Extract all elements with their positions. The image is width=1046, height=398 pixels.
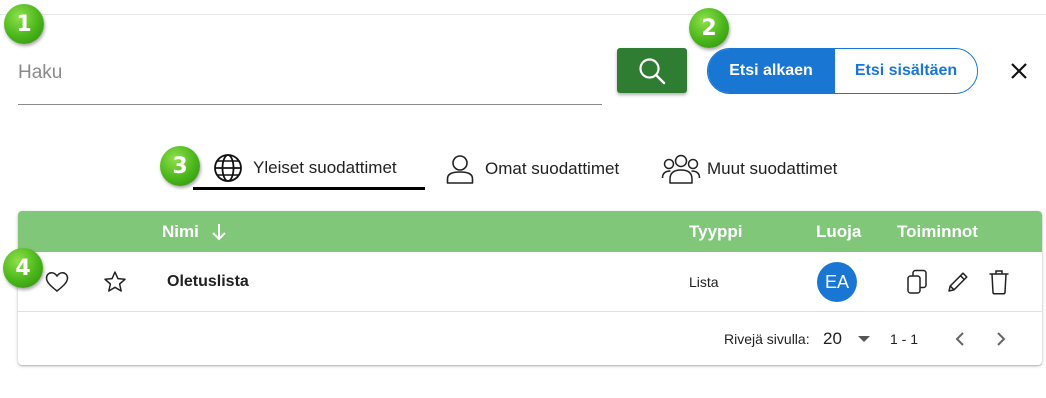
column-header-name-label: Nimi [162, 221, 199, 241]
sort-descending-icon [211, 223, 227, 241]
rows-per-page-label: Rivejä sivulla: [724, 330, 810, 347]
step-badge-4: 4 [3, 248, 43, 288]
row-type: Lista [689, 274, 719, 290]
column-header-creator[interactable]: Luoja [816, 211, 861, 252]
globe-icon [213, 153, 243, 183]
creator-cell: EA [817, 252, 857, 312]
chevron-right-icon [997, 331, 1006, 346]
step-badge-1: 1 [4, 4, 44, 44]
trash-icon [989, 270, 1009, 295]
copy-icon [907, 269, 927, 294]
search-input[interactable] [18, 58, 588, 88]
pagination-bar: Rivejä sivulla: 20 1 - 1 [18, 312, 1042, 365]
search-field[interactable] [18, 45, 602, 105]
tab-label: Yleiset suodattimet [253, 157, 397, 177]
tab-label: Omat suodattimet [485, 159, 620, 178]
step-badge-2: 2 [689, 8, 729, 48]
heart-icon [45, 272, 69, 292]
tab-yleiset-suodattimet[interactable]: Yleiset suodattimet [193, 148, 425, 190]
pagination-range: 1 - 1 [890, 330, 919, 347]
starts-with-option[interactable]: Etsi alkaen [708, 49, 834, 93]
column-header-type[interactable]: Tyyppi [689, 211, 743, 252]
filters-table: Nimi Tyyppi Luoja Toiminnot Oletuslista … [18, 211, 1042, 365]
favorite-button[interactable] [44, 252, 70, 312]
table-row: Oletuslista Lista EA [18, 252, 1042, 312]
tab-muut-suodattimet[interactable]: Muut suodattimet [661, 148, 837, 190]
table-header: Nimi Tyyppi Luoja Toiminnot [18, 211, 1042, 252]
next-page-button[interactable] [993, 312, 1009, 365]
search-button[interactable] [617, 48, 687, 93]
pencil-icon [948, 272, 968, 292]
contains-option[interactable]: Etsi sisältäen [834, 49, 977, 93]
search-icon [639, 57, 666, 84]
copy-button[interactable] [905, 252, 929, 312]
dropdown-arrow-icon [857, 335, 870, 343]
delete-button[interactable] [988, 252, 1010, 312]
top-divider [0, 14, 1046, 15]
row-name[interactable]: Oletuslista [167, 252, 249, 312]
person-icon [445, 153, 475, 185]
tab-label: Muut suodattimet [707, 159, 838, 178]
edit-button[interactable] [946, 252, 970, 312]
rows-per-page-value: 20 [823, 328, 842, 348]
star-icon [104, 271, 126, 292]
tab-omat-suodattimet[interactable]: Omat suodattimet [445, 148, 619, 190]
column-header-name[interactable]: Nimi [162, 211, 227, 252]
avatar: EA [817, 262, 857, 302]
people-icon [661, 153, 701, 185]
close-button[interactable] [1006, 58, 1032, 84]
rows-per-page-select[interactable]: 20 [823, 312, 870, 365]
previous-page-button[interactable] [952, 312, 968, 365]
search-mode-toggle: Etsi alkaen Etsi sisältäen [707, 48, 978, 94]
close-icon [1011, 63, 1027, 79]
column-header-actions: Toiminnot [897, 221, 978, 241]
star-button[interactable] [102, 252, 128, 312]
chevron-left-icon [955, 331, 964, 346]
